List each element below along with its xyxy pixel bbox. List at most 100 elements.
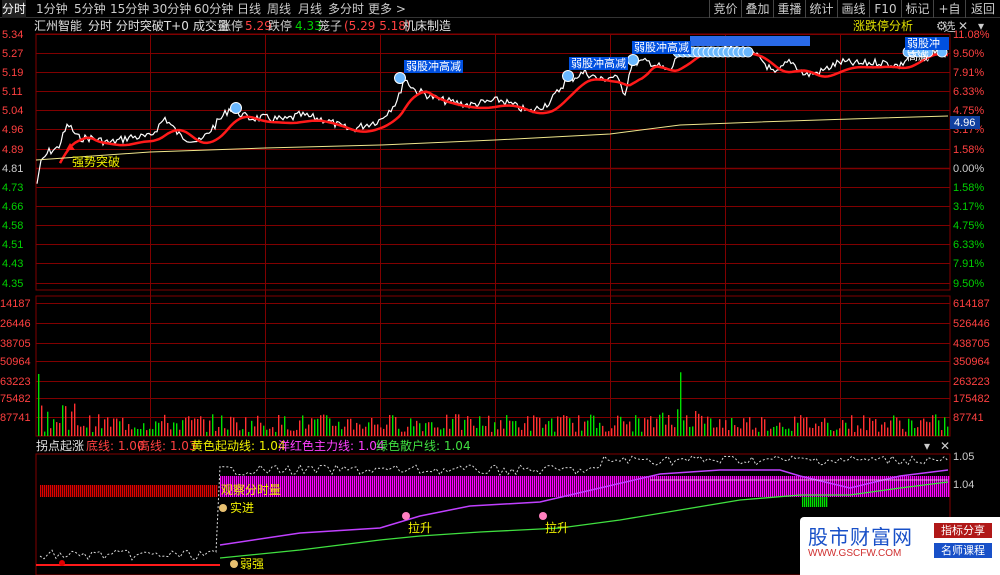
red-histogram-bar <box>150 485 152 497</box>
period-tab[interactable]: 5分钟 <box>74 0 106 18</box>
magenta-histogram-bar <box>754 476 756 497</box>
magenta-histogram-bar <box>760 476 762 497</box>
magenta-histogram-bar <box>394 476 396 497</box>
indicator-name[interactable]: 分时 分时突破T+0 <box>88 18 189 34</box>
magenta-histogram-bar <box>786 476 788 497</box>
magenta-histogram-bar <box>514 476 516 497</box>
volume-bar <box>545 424 547 436</box>
red-histogram-bar <box>206 485 208 497</box>
period-tab[interactable]: 更多 > <box>368 0 406 18</box>
red-histogram-bar <box>194 485 196 497</box>
toolbar-button[interactable]: 标记 <box>901 0 933 18</box>
settings-icon[interactable]: ⚙ <box>936 18 947 34</box>
collapse-icon[interactable]: ▾ <box>978 18 984 34</box>
buy-label: 实进 <box>230 500 254 515</box>
volume-bar <box>476 427 478 436</box>
magenta-histogram-bar <box>344 476 346 497</box>
close-icon[interactable]: ✕ <box>958 18 968 34</box>
limit-analysis-button[interactable]: 涨跌停分析 <box>853 18 913 34</box>
volume-bar <box>638 418 640 436</box>
indicator-share-chip[interactable]: 指标分享 <box>934 523 992 538</box>
magenta-histogram-bar <box>690 476 692 497</box>
volume-bar <box>248 431 250 436</box>
magenta-histogram-bar <box>766 476 768 497</box>
period-tab[interactable]: 周线 <box>267 0 291 18</box>
magenta-histogram-bar <box>474 476 476 497</box>
volume-bar <box>365 426 367 436</box>
red-histogram-bar <box>66 485 68 497</box>
volume-tick-label-right: 263223 <box>953 376 990 388</box>
indicator-header: 拐点起涨 底线: 1.00 高线: 1.03 黄色起动线: 1.04 洋红色主力… <box>0 438 950 454</box>
volume-bar <box>728 430 730 436</box>
period-tab[interactable]: 1分钟 <box>36 0 68 18</box>
indicator-panel-name[interactable]: 拐点起涨 <box>36 438 84 454</box>
magenta-histogram-bar <box>542 476 544 497</box>
red-histogram-bar <box>108 485 110 497</box>
toolbar-button[interactable]: 画线 <box>837 0 869 18</box>
period-tab[interactable]: 分时 <box>2 0 27 18</box>
volume-bar <box>143 423 145 436</box>
toolbar-button[interactable]: +自选 <box>933 0 965 34</box>
volume-bar <box>416 420 418 436</box>
volume-tick-label: 38705 <box>0 338 31 350</box>
magenta-histogram-bar <box>362 476 364 497</box>
magenta-histogram-bar <box>652 476 654 497</box>
magenta-histogram-bar <box>780 476 782 497</box>
period-tab[interactable]: 60分钟 <box>194 0 233 18</box>
indicator-dropdown-icon[interactable]: ▾ <box>924 438 930 454</box>
magenta-histogram-bar <box>374 476 376 497</box>
magenta-histogram-bar <box>426 476 428 497</box>
red-histogram-bar <box>74 485 76 497</box>
magenta-histogram-bar <box>948 476 950 497</box>
magenta-histogram-bar <box>818 476 820 497</box>
price-tick-label: 4.51 <box>2 239 23 251</box>
volume-bar <box>59 423 61 436</box>
teacher-course-chip[interactable]: 名师课程 <box>934 543 992 558</box>
magenta-histogram-bar <box>662 476 664 497</box>
volume-bar <box>788 428 790 436</box>
volume-bar <box>845 422 847 436</box>
toolbar-button[interactable]: 统计 <box>805 0 837 18</box>
toolbar-button[interactable]: 返回 <box>965 0 1000 18</box>
period-tab[interactable]: 日线 <box>237 0 261 18</box>
volume-bar <box>854 431 856 436</box>
magenta-histogram-bar <box>680 476 682 497</box>
magenta-histogram-bar <box>900 476 902 497</box>
red-histogram-bar <box>114 485 116 497</box>
chart-canvas[interactable]: 5.345.275.195.115.044.964.894.814.734.66… <box>0 0 1000 575</box>
volume-bar <box>824 418 826 436</box>
toolbar-button[interactable]: 竞价 <box>709 0 741 18</box>
volume-bar <box>176 423 178 436</box>
period-tab[interactable]: 30分钟 <box>152 0 191 18</box>
volume-bar <box>266 429 268 436</box>
magenta-histogram-bar <box>512 476 514 497</box>
magenta-histogram-bar <box>626 476 628 497</box>
volume-bar <box>428 422 430 436</box>
magenta-histogram-bar <box>332 476 334 497</box>
volume-bar <box>746 422 748 436</box>
volume-bar <box>734 425 736 436</box>
toolbar-button[interactable]: 重播 <box>773 0 805 18</box>
period-tab[interactable]: 多分时 <box>328 0 364 18</box>
red-histogram-bar <box>126 485 128 497</box>
volume-bar <box>896 417 898 436</box>
magenta-histogram-bar <box>452 476 454 497</box>
magenta-histogram-bar <box>698 476 700 497</box>
indicator-close-icon[interactable]: ✕ <box>940 438 950 454</box>
toolbar-button[interactable]: 叠加 <box>741 0 773 18</box>
volume-bar <box>65 406 67 436</box>
magenta-histogram-bar <box>768 476 770 497</box>
magenta-histogram-bar <box>702 476 704 497</box>
magenta-histogram-bar <box>802 476 804 497</box>
industry-tag[interactable]: 机床制造 <box>403 18 451 34</box>
percent-tick-label: 4.75% <box>953 105 984 117</box>
magenta-histogram-bar <box>732 476 734 497</box>
red-histogram-bar <box>42 485 44 497</box>
period-tab[interactable]: 月线 <box>298 0 322 18</box>
volume-bar <box>923 418 925 436</box>
magenta-histogram-bar <box>508 476 510 497</box>
toolbar-button[interactable]: F10 <box>869 0 901 18</box>
red-histogram-bar <box>180 485 182 497</box>
magenta-histogram-bar <box>502 476 504 497</box>
period-tab[interactable]: 15分钟 <box>110 0 149 18</box>
